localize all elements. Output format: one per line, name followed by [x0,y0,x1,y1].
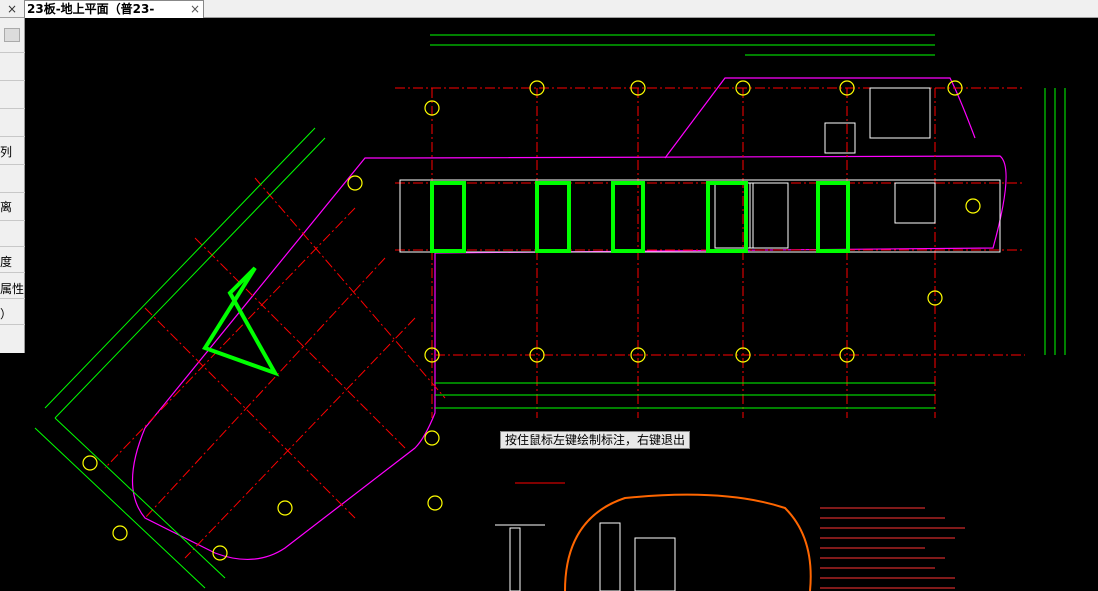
properties-panel: 列 离 度 属性 ） [0,18,25,353]
revision-cloud [564,493,812,591]
panel-label: 离 [0,200,13,214]
panel-divider [0,164,25,165]
dimension-lines [34,34,1066,589]
structural-walls [399,87,1001,253]
panel-divider [0,298,25,299]
detail-drawing [495,482,676,591]
panel-divider [0,80,25,81]
panel-divider [0,52,25,53]
panel-label: 列 [0,145,13,159]
panel-divider [0,272,25,273]
panel-divider [0,220,25,221]
tab-drawing-title: 23板-地上平面（普23- [27,2,155,16]
panel-divider [0,246,25,247]
panel-divider [0,108,25,109]
panel-divider [0,136,25,137]
drawing-tab-bar: × 23板-地上平面（普23- × [0,0,1098,18]
panel-label: ） [0,307,13,321]
tab-close-icon[interactable]: × [190,1,200,18]
tab-drawing[interactable]: 23板-地上平面（普23- × [24,0,204,18]
cad-drawing-canvas[interactable] [25,18,1098,591]
panel-label: 度 [0,255,13,269]
panel-button[interactable] [4,28,20,42]
panel-divider [0,324,25,325]
building-outline [131,77,1007,561]
panel-label: 属性 [0,282,25,296]
axis-grid-lines [104,87,1025,559]
panel-divider [0,192,25,193]
notes-text-block [820,507,965,589]
command-hint-tooltip: 按住鼠标左键绘制标注，右键退出 [500,431,691,449]
close-tab-icon[interactable]: × [0,0,24,18]
